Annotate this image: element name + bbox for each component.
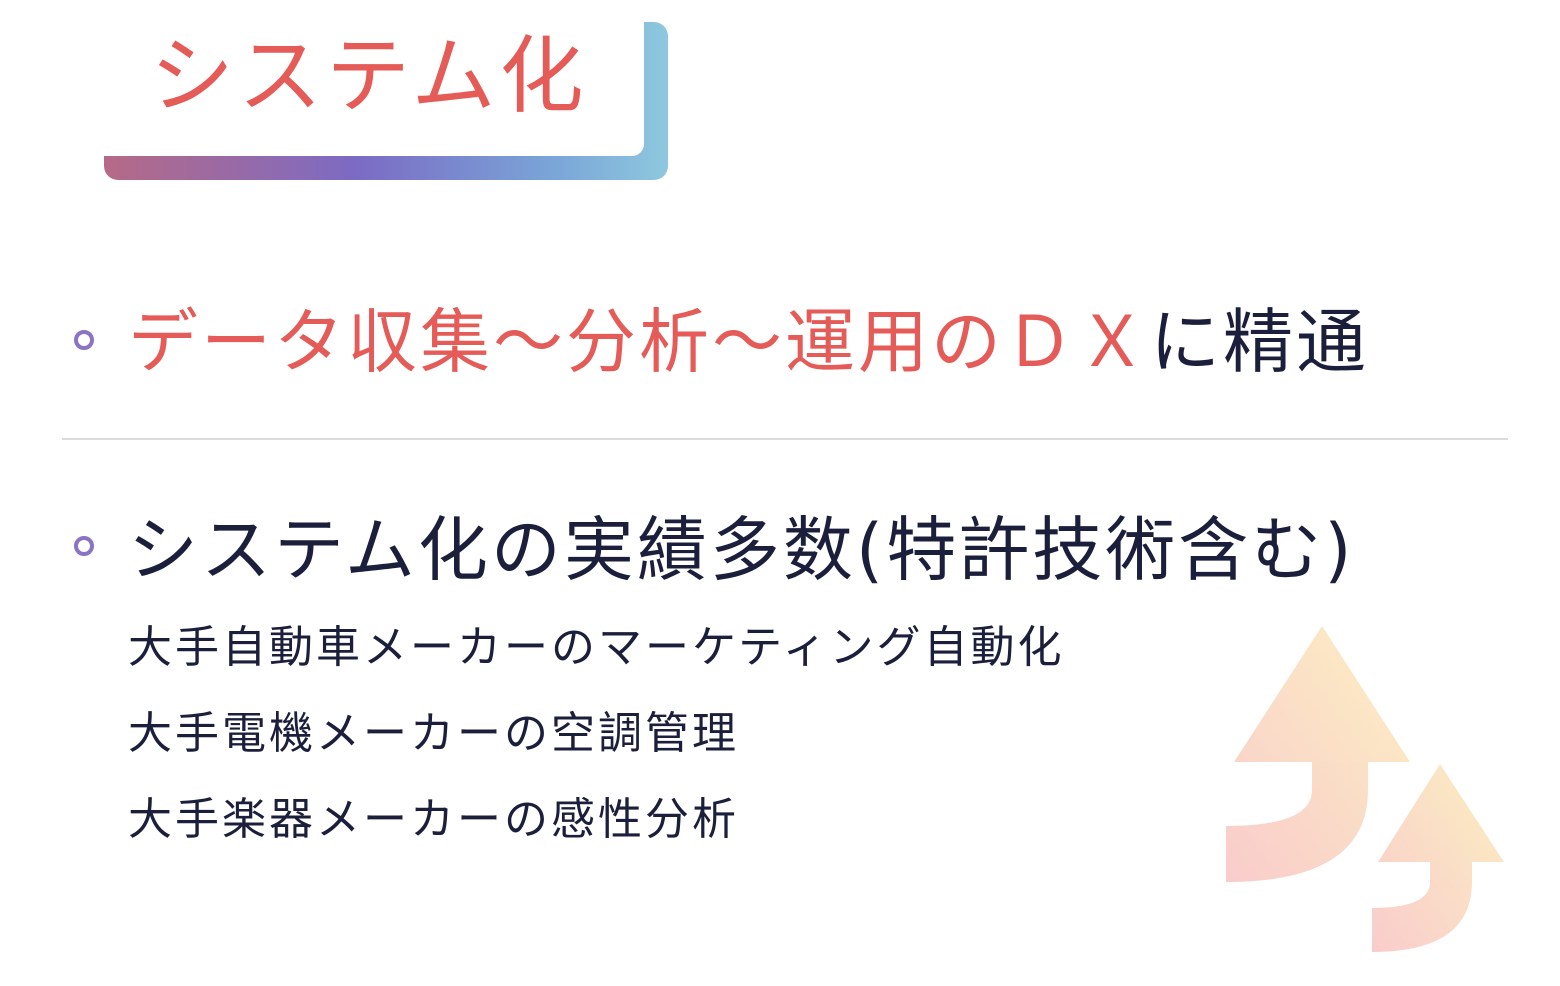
point-1: データ収集〜分析〜運用のＤＸに精通	[128, 300, 1369, 384]
up-arrow-small	[1372, 764, 1504, 952]
bullet-circle-icon	[74, 536, 94, 556]
list-item: 大手楽器メーカーの感性分析	[128, 794, 739, 845]
up-arrow-large	[1226, 626, 1410, 882]
list-item: 大手自動車メーカーのマーケティング自動化	[128, 622, 1065, 673]
point-2-heading: システム化の実績多数(特許技術含む)	[128, 509, 1355, 591]
page-title: システム化	[150, 27, 588, 125]
up-arrow-icon	[1226, 626, 1504, 952]
bullet-circle-icon	[74, 330, 94, 350]
point-1-rest: に精通	[1150, 301, 1369, 383]
divider	[62, 438, 1508, 440]
list-item: 大手電機メーカーの空調管理	[128, 708, 739, 759]
point-1-highlight: データ収集〜分析〜運用のＤＸ	[128, 301, 1150, 383]
